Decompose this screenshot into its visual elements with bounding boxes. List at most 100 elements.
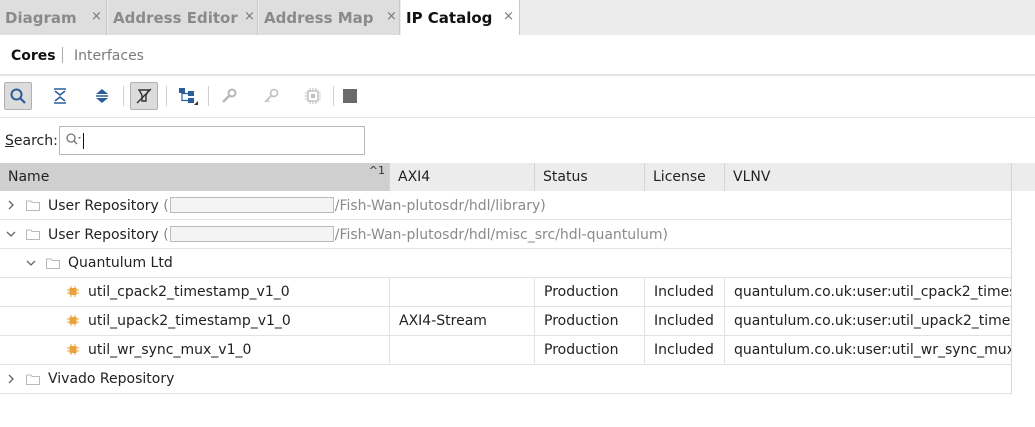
cell-license: Included [654, 313, 714, 329]
cell-axi4: AXI4-Stream [399, 313, 487, 329]
column-status-label: Status [543, 169, 588, 185]
repository-row-text: User Repository ( /Fish-Wan-plutosdr/hdl/… [48, 226, 668, 243]
search-label-mnemonic: S [5, 133, 14, 149]
table-row[interactable]: User Repository ( /Fish-Wan-plutosdr/hdl/… [0, 220, 1012, 249]
cell-axi4 [390, 336, 535, 365]
tab-diagram-label: Diagram [5, 9, 77, 27]
column-header-status[interactable]: Status [535, 163, 645, 191]
search-button[interactable] [4, 82, 32, 110]
table-row[interactable]: util_wr_sync_mux_v1_0 Production Include… [0, 336, 1012, 365]
tab-ip-catalog[interactable]: IP Catalog × [401, 0, 520, 35]
repository-row-text: User Repository ( /Fish-Wan-plutosdr/hdl/… [48, 197, 546, 214]
filter-button[interactable] [130, 82, 158, 110]
tab-address-map[interactable]: Address Map × [259, 0, 400, 35]
settings-button [215, 82, 243, 110]
ip-core-icon [67, 315, 79, 326]
folder-icon [26, 374, 40, 385]
column-header-vlnv[interactable]: VLNV [725, 163, 1012, 191]
collapse-all-button[interactable] [46, 82, 74, 110]
collapse-all-icon [54, 88, 66, 104]
folder-icon [26, 200, 40, 211]
column-name-label: Name [8, 169, 50, 185]
stop-icon [343, 89, 357, 103]
table-row[interactable]: util_upack2_timestamp_v1_0 AXI4-Stream P… [0, 307, 1012, 336]
cell-vlnv: quantulum.co.uk:user:util_upack2_timesta… [734, 313, 1011, 329]
sort-ascending-icon: ^1 [368, 164, 385, 177]
tab-diagram[interactable]: Diagram × [0, 0, 107, 35]
subtab-divider [62, 47, 63, 63]
search-icon [10, 88, 26, 104]
subtab-cores[interactable]: Cores [11, 48, 56, 64]
column-license-label: License [653, 169, 706, 185]
column-header-name[interactable]: Name ^1 [0, 163, 390, 191]
divider [0, 117, 1035, 118]
ip-name: util_wr_sync_mux_v1_0 [88, 342, 252, 358]
redacted-path [169, 197, 334, 213]
close-icon[interactable]: × [386, 9, 397, 24]
column-header-axi4[interactable]: AXI4 [390, 163, 535, 191]
filter-icon [136, 88, 152, 104]
cell-vlnv: quantulum.co.uk:user:util_cpack2_timesta… [734, 284, 1011, 300]
table-header: Name ^1 AXI4 Status License VLNV [0, 163, 1035, 191]
expand-all-icon [96, 89, 108, 103]
column-vlnv-label: VLNV [733, 169, 771, 185]
repository-path-open: ( [163, 198, 169, 214]
toolbar-separator [166, 86, 167, 106]
toolbar-separator [123, 86, 124, 106]
ip-core-icon [67, 344, 79, 355]
cell-license: Included [654, 342, 714, 358]
cell-status: Production [544, 342, 619, 358]
ip-details-button [299, 82, 327, 110]
license-button [257, 82, 285, 110]
chevron-down-icon[interactable] [5, 227, 17, 241]
vendor-name: Quantulum Ltd [68, 255, 173, 271]
repository-name: User Repository [48, 227, 159, 243]
repository-path: /Fish-Wan-plutosdr/hdl/library) [334, 198, 546, 214]
folder-icon [26, 229, 40, 240]
expand-all-button[interactable] [88, 82, 116, 110]
toolbar-separator [208, 86, 209, 106]
cell-status: Production [544, 284, 619, 300]
column-header-license[interactable]: License [645, 163, 725, 191]
search-label-rest: earch: [13, 133, 58, 149]
cell-vlnv: quantulum.co.uk:user:util_wr_sync_mux:1.… [734, 342, 1011, 358]
cell-license: Included [654, 284, 714, 300]
toolbar-separator [333, 86, 334, 106]
cell-status: Production [544, 313, 619, 329]
ip-name: util_upack2_timestamp_v1_0 [88, 313, 291, 329]
ip-name: util_cpack2_timestamp_v1_0 [88, 284, 290, 300]
catalog-toolbar [0, 77, 1035, 117]
wrench-icon [222, 88, 237, 103]
hierarchy-button[interactable] [173, 82, 201, 110]
search-field[interactable] [59, 126, 365, 155]
stop-button[interactable] [336, 82, 364, 110]
repository-path-open: ( [163, 227, 169, 243]
tab-ip-catalog-label: IP Catalog [406, 9, 493, 27]
cell-axi4 [390, 278, 535, 307]
tab-address-editor-label: Address Editor [113, 9, 238, 27]
close-icon[interactable]: × [91, 9, 102, 24]
search-input[interactable] [82, 131, 360, 151]
chevron-right-icon[interactable] [5, 198, 17, 212]
tab-address-editor[interactable]: Address Editor × [108, 0, 258, 35]
chip-icon [305, 88, 321, 104]
search-label: Search: [5, 133, 58, 149]
subtab-interfaces[interactable]: Interfaces [74, 48, 144, 64]
ip-core-icon [67, 286, 79, 297]
table-row[interactable]: User Repository ( /Fish-Wan-plutosdr/hdl/… [0, 191, 1012, 220]
catalog-subtabs: Cores Interfaces [0, 35, 1035, 75]
redacted-path [169, 226, 334, 242]
table-row[interactable]: util_cpack2_timestamp_v1_0 Production In… [0, 278, 1012, 307]
hierarchy-icon [179, 88, 198, 105]
table-row[interactable]: Quantulum Ltd [0, 249, 1012, 278]
column-axi4-label: AXI4 [398, 169, 431, 185]
chevron-right-icon[interactable] [5, 372, 17, 386]
text-caret [83, 133, 84, 149]
repository-name: User Repository [48, 198, 159, 214]
table-row[interactable]: Vivado Repository [0, 365, 1012, 394]
chevron-down-icon[interactable] [25, 256, 37, 270]
repository-path: /Fish-Wan-plutosdr/hdl/misc_src/hdl-quan… [334, 227, 669, 243]
search-icon [66, 133, 81, 145]
close-icon[interactable]: × [244, 9, 255, 24]
close-icon[interactable]: × [503, 9, 514, 24]
